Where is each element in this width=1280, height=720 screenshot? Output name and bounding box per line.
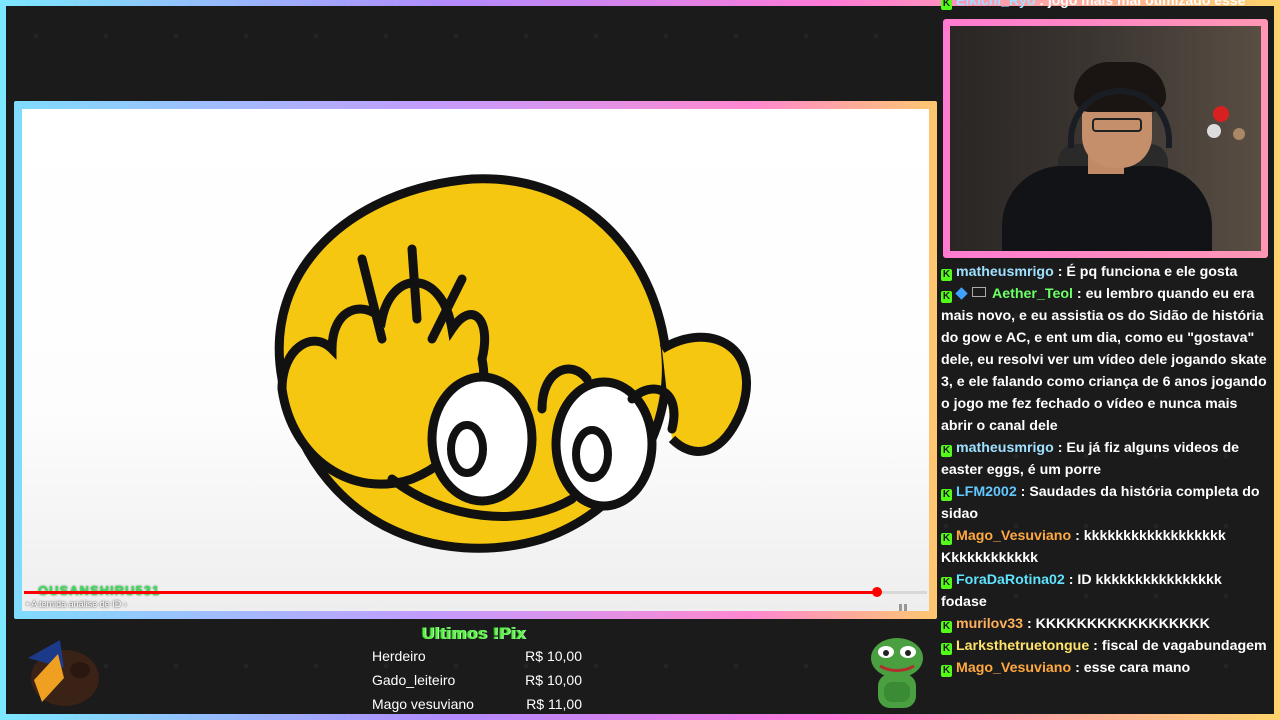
chat-username[interactable]: ForaDaRotina02 <box>956 572 1065 588</box>
chat-message: K Larksthetruetongue : fiscal de vagabund… <box>941 638 1267 655</box>
chat-username[interactable]: Aether_Teol <box>992 286 1073 302</box>
chat-message: K Mago_Vesuviano : kkkkkkkkkkkkkkkkkk Kkk… <box>941 528 1226 566</box>
streamer-body <box>1002 166 1212 251</box>
emoji-covering-face-image <box>274 174 751 553</box>
chat-message: Kmurilov33 : KKKKKKKKKKKKKKKKK <box>941 616 1210 633</box>
kick-badge-icon: K <box>941 445 952 457</box>
chat-username[interactable]: Eikichi_Ryo <box>956 0 1035 8</box>
pix-row: Gado_leiteiro R$ 10,00 <box>372 670 582 694</box>
video-progress-bar[interactable] <box>24 587 927 597</box>
chat-username[interactable]: matheusmrigo <box>956 264 1054 280</box>
kick-badge-icon: K <box>941 533 952 545</box>
webcam-feed <box>950 26 1261 251</box>
chat-text: fiscal de vagabundagem <box>1101 638 1267 654</box>
kick-badge-icon: K <box>941 291 952 303</box>
chat-message: K Mago_Vesuviano : esse cara mano <box>941 660 1191 677</box>
subscriber-badge-icon <box>972 287 986 297</box>
kick-badge-icon: K <box>941 489 952 501</box>
chat-text: É pq funciona e ele gosta <box>1066 264 1238 280</box>
kick-badge-icon: K <box>941 665 952 677</box>
pix-title: Ultimos !Pix <box>421 624 527 643</box>
chat-username[interactable]: murilov33 <box>956 616 1023 632</box>
chat-message: K LFM2002 : Saudades da história completa… <box>941 484 1260 522</box>
chat-text: esse cara mano <box>1083 660 1191 676</box>
kick-badge-icon: K <box>941 621 952 633</box>
pix-donor-name: Mago vesuviano <box>372 696 474 712</box>
chat-text: KKKKKKKKKKKKKKKKK <box>1035 616 1210 632</box>
chat-username[interactable]: Mago_Vesuviano <box>956 660 1071 676</box>
pix-amount: R$ 10,00 <box>525 672 582 688</box>
chat-message-partial: K Eikichi_Ryo : jogo mais mal otimizado e… <box>941 0 1271 16</box>
chat-panel[interactable]: Kmatheusmrigo : É pq funciona e ele gost… <box>941 261 1271 715</box>
kick-badge-icon: K <box>941 577 952 589</box>
chat-message: K Aether_Teol : eu lembro quando eu era m… <box>941 286 1267 434</box>
chat-username[interactable]: Mago_Vesuviano <box>956 528 1071 544</box>
kick-badge-icon: K <box>941 643 952 655</box>
pix-donor-name: Gado_leiteiro <box>372 672 456 688</box>
video-player[interactable]: OUSANSHIRU531 • A temida análise de ID › <box>22 109 929 611</box>
chat-text: jogo mais mal otimizado esse <box>1047 0 1246 8</box>
chat-message: Kmatheusmrigo : É pq funciona e ele gost… <box>941 264 1238 281</box>
video-scrubber-handle[interactable] <box>872 587 883 597</box>
video-chapter-title[interactable]: • A temida análise de ID › <box>26 599 127 609</box>
shelf-figurines <box>1203 106 1251 176</box>
cube-badge-icon <box>955 287 968 300</box>
pepe-frog-icon <box>871 638 923 708</box>
chat-text: eu lembro quando eu era mais novo, e eu … <box>941 286 1267 434</box>
pix-amount: R$ 11,00 <box>526 696 582 712</box>
kick-badge-icon: K <box>941 0 952 10</box>
pix-row: Mago vesuviano R$ 11,00 <box>372 694 582 718</box>
mascot-avatar-left <box>28 640 99 706</box>
video-progress-fill <box>24 591 878 594</box>
pause-icon[interactable] <box>899 599 917 611</box>
chat-username[interactable]: Larksthetruetongue <box>956 638 1089 654</box>
chat-message: K ForaDaRotina02 : ID kkkkkkkkkkkkkkkk fo… <box>941 572 1222 610</box>
kick-badge-icon: K <box>941 269 952 281</box>
chat-username[interactable]: matheusmrigo <box>956 440 1054 456</box>
chat-username[interactable]: LFM2002 <box>956 484 1017 500</box>
pix-donations-list: Herdeiro R$ 10,00 Gado_leiteiro R$ 10,00 Mag… <box>372 646 582 718</box>
pix-amount: R$ 10,00 <box>525 648 582 664</box>
pix-donor-name: Herdeiro <box>372 648 426 664</box>
pix-row: Herdeiro R$ 10,00 <box>372 646 582 670</box>
glasses <box>1092 118 1142 132</box>
chat-message: Kmatheusmrigo : Eu já fiz alguns videos … <box>941 440 1240 478</box>
